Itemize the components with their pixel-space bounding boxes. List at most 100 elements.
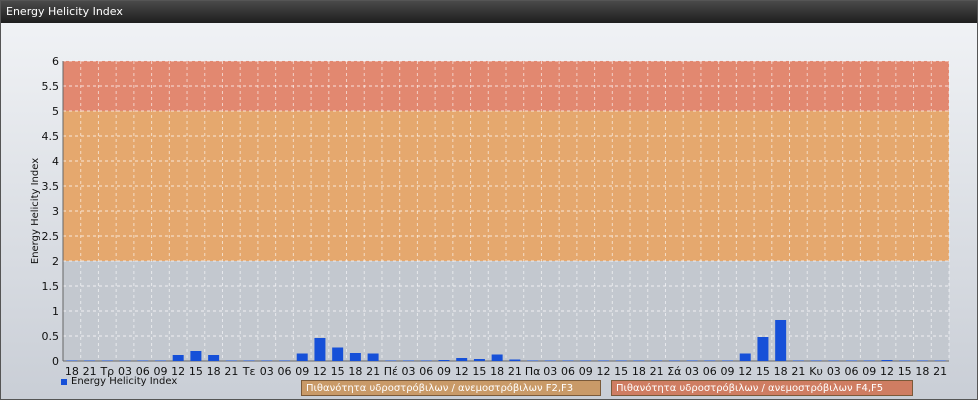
bar bbox=[385, 360, 397, 361]
bar bbox=[597, 360, 609, 361]
ehi-chart: 0 0.5 1 1.5 2 2.5 3 3.5 4 4.5 5 5.5 6 Energy Helicity… bbox=[30, 55, 950, 378]
bar bbox=[704, 360, 716, 361]
x-tick-label: 12 bbox=[313, 365, 327, 378]
bar bbox=[154, 360, 166, 361]
bar bbox=[208, 355, 220, 361]
bar bbox=[314, 338, 326, 361]
bar bbox=[367, 353, 379, 361]
y-tick-label: 0.5 bbox=[42, 330, 60, 343]
y-tick-label: 1.5 bbox=[42, 280, 60, 293]
legend-label: Energy Helicity Index bbox=[71, 376, 178, 387]
bar bbox=[66, 360, 78, 361]
x-tick-label: 21 bbox=[933, 365, 947, 378]
bar bbox=[332, 347, 344, 361]
bar bbox=[438, 360, 450, 361]
bar bbox=[633, 360, 645, 361]
bar bbox=[686, 360, 698, 361]
x-tick-label: 06 bbox=[278, 365, 292, 378]
x-tick-label: 18 bbox=[774, 365, 788, 378]
x-tick-label: 18 bbox=[632, 365, 646, 378]
bar bbox=[527, 360, 539, 361]
bar bbox=[916, 360, 928, 361]
bar bbox=[137, 360, 149, 361]
bar bbox=[580, 360, 592, 361]
x-tick-label: 21 bbox=[366, 365, 380, 378]
bar bbox=[846, 360, 858, 361]
bar bbox=[934, 360, 946, 361]
x-tick-label: 09 bbox=[295, 365, 309, 378]
bar bbox=[899, 360, 911, 361]
bar bbox=[757, 337, 769, 361]
bar bbox=[562, 360, 574, 361]
window-title: Energy Helicity Index bbox=[1, 1, 977, 23]
y-tick-label: 3 bbox=[52, 205, 59, 218]
x-tick-label: 15 bbox=[614, 365, 628, 378]
y-tick-label: 4.5 bbox=[42, 130, 60, 143]
bar bbox=[403, 360, 415, 361]
x-tick-label: 12 bbox=[738, 365, 752, 378]
x-tick-label: Τε bbox=[242, 365, 256, 378]
x-tick-label: 06 bbox=[561, 365, 575, 378]
bar bbox=[722, 360, 733, 361]
y-tick-label: 5.5 bbox=[42, 80, 60, 93]
x-tick-label: 15 bbox=[898, 365, 912, 378]
band-label-f4f5: Πιθανότητα υδροστρόβιλων / ανεμοστρόβιλω… bbox=[611, 380, 913, 396]
bar bbox=[544, 360, 556, 361]
bar bbox=[119, 360, 131, 361]
bar bbox=[792, 360, 804, 361]
x-tick-label: 03 bbox=[685, 365, 699, 378]
bar bbox=[651, 360, 663, 361]
x-tick-label: 03 bbox=[543, 365, 557, 378]
x-tick-label: Κυ bbox=[809, 365, 823, 378]
bar bbox=[828, 360, 840, 361]
chart-window: Energy Helicity Index 0 0.5 1 1.5 2 2.5 3 3.5 4 4… bbox=[0, 0, 978, 400]
bar bbox=[810, 360, 822, 361]
x-tick-label: Πέ bbox=[384, 365, 398, 378]
bar bbox=[84, 360, 96, 361]
bar bbox=[615, 360, 627, 361]
x-tick-label: 06 bbox=[703, 365, 717, 378]
bar bbox=[775, 320, 787, 361]
x-tick-label: 09 bbox=[579, 365, 593, 378]
band-label-f2f3: Πιθανότητα υδροστρόβιλων / ανεμοστρόβιλω… bbox=[301, 380, 601, 396]
bar bbox=[491, 354, 503, 361]
bar bbox=[668, 360, 680, 361]
x-tick-label: 12 bbox=[880, 365, 894, 378]
x-tick-label: 15 bbox=[189, 365, 203, 378]
y-tick-label: 1 bbox=[52, 305, 59, 318]
y-tick-label: 2 bbox=[52, 255, 59, 268]
bar bbox=[225, 360, 237, 361]
bar bbox=[279, 360, 290, 361]
x-tick-label: 18 bbox=[490, 365, 504, 378]
x-tick-label: 09 bbox=[862, 365, 876, 378]
y-tick-label: 5 bbox=[52, 105, 59, 118]
x-tick-label: Σά bbox=[667, 365, 681, 378]
y-tick-label: 2.5 bbox=[42, 230, 60, 243]
x-tick-label: 09 bbox=[437, 365, 451, 378]
x-tick-label: 18 bbox=[207, 365, 221, 378]
y-tick-label: 6 bbox=[52, 55, 59, 68]
bar bbox=[509, 359, 521, 361]
x-tick-label: 21 bbox=[650, 365, 664, 378]
x-tick-label: 12 bbox=[596, 365, 610, 378]
x-tick-label: 06 bbox=[419, 365, 433, 378]
x-tick-label: 03 bbox=[402, 365, 416, 378]
bar bbox=[101, 360, 113, 361]
bar bbox=[172, 355, 184, 361]
bar bbox=[881, 360, 893, 361]
x-tick-label: Πα bbox=[525, 365, 541, 378]
x-tick-label: 12 bbox=[455, 365, 469, 378]
bar bbox=[473, 359, 485, 361]
x-tick-label: 03 bbox=[827, 365, 841, 378]
y-tick-label: 4 bbox=[52, 155, 59, 168]
bar bbox=[739, 353, 751, 361]
x-tick-label: 18 bbox=[348, 365, 362, 378]
x-tick-label: 03 bbox=[260, 365, 274, 378]
x-tick-label: 09 bbox=[721, 365, 735, 378]
x-tick-label: 06 bbox=[845, 365, 859, 378]
bar bbox=[296, 353, 308, 361]
bar bbox=[261, 360, 273, 361]
bar bbox=[420, 360, 432, 361]
bar bbox=[863, 360, 875, 361]
x-tick-label: 15 bbox=[472, 365, 486, 378]
